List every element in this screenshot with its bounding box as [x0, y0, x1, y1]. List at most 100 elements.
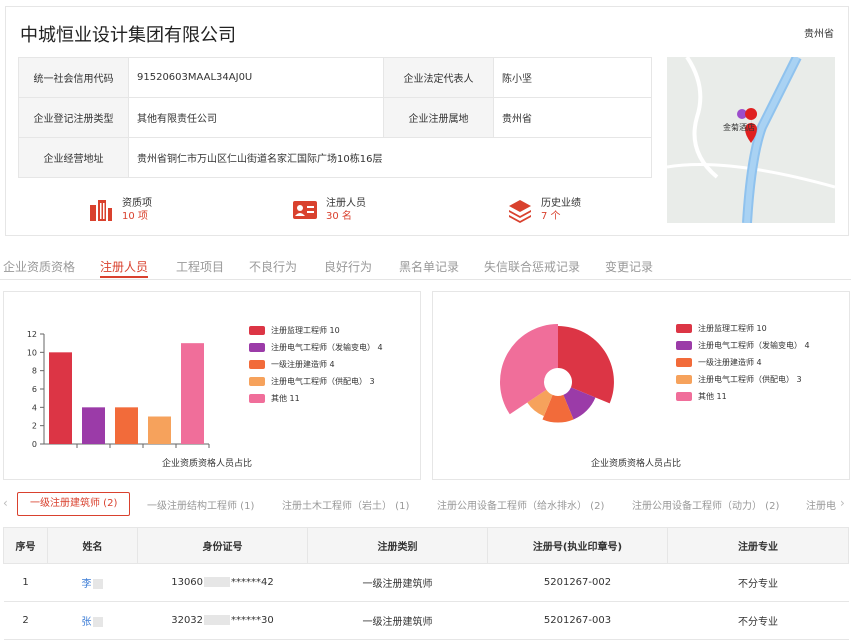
subtab-geotechnical-engineer[interactable]: 注册土木工程师（岩土） (1) — [282, 497, 409, 512]
masked-text — [92, 617, 103, 627]
tab-registered-staff[interactable]: 注册人员 — [100, 258, 148, 275]
row-name-link[interactable]: 李 — [47, 563, 138, 602]
tab-good-behavior[interactable]: 良好行为 — [324, 258, 372, 275]
masked-text — [204, 615, 231, 625]
bar-chart-title: 企业资质资格人员占比 — [162, 459, 253, 469]
province-label: 贵州省 — [804, 29, 834, 40]
col-name: 姓名 — [47, 527, 138, 564]
tab-projects[interactable]: 工程项目 — [176, 258, 224, 275]
chevron-left-icon[interactable]: ‹ — [3, 496, 8, 510]
legend-item[interactable]: 注册监理工程师 10 — [676, 320, 810, 337]
stat-qualifications[interactable]: 资质项 10 项 — [88, 197, 152, 223]
layers-icon — [509, 200, 531, 223]
y-tick-label: 4 — [32, 403, 37, 412]
legend-label: 注册电气工程师（供配电） 3 — [271, 377, 375, 386]
stat-label: 历史业绩 — [541, 198, 581, 209]
legend-swatch — [676, 358, 692, 367]
building-icon — [90, 200, 112, 221]
legend-swatch — [249, 377, 265, 386]
company-info-table: 统一社会信用代码 91520603MAAL34AJ0U 企业法定代表人 陈小坚 … — [18, 57, 652, 178]
stat-label: 注册人员 — [326, 198, 366, 209]
id-prefix: 32032 — [171, 615, 204, 626]
y-tick-label: 2 — [32, 422, 37, 431]
stat-history-performance[interactable]: 历史业绩 7 个 — [507, 197, 581, 223]
address-value: 贵州省铜仁市万山区仁山街道名家汇国际广场10栋16层 — [128, 137, 652, 178]
stat-value: 7 个 — [541, 211, 561, 222]
legend-item[interactable]: 一级注册建造师 4 — [249, 356, 383, 373]
legend-swatch — [249, 343, 265, 352]
y-tick-label: 12 — [27, 330, 37, 339]
subtab-utility-power[interactable]: 注册公用设备工程师（动力） (2) — [632, 497, 779, 512]
legend-item[interactable]: 其他 11 — [676, 388, 810, 405]
subtab-architect-1[interactable]: 一级注册建筑师 (2) — [17, 492, 131, 516]
legend-label: 注册监理工程师 10 — [271, 326, 340, 335]
tab-bad-behavior[interactable]: 不良行为 — [249, 258, 297, 275]
map-poi-label: 金菊酒店 — [723, 123, 755, 132]
legend-item[interactable]: 其他 11 — [249, 390, 383, 407]
col-major: 注册专业 — [667, 527, 849, 564]
col-no: 序号 — [3, 527, 48, 564]
legend-label: 注册电气工程师（发输变电） 4 — [271, 343, 383, 352]
legend-item[interactable]: 注册电气工程师（供配电） 3 — [676, 371, 810, 388]
row-name-link[interactable]: 张 — [47, 601, 138, 640]
stat-registered-staff[interactable]: 注册人员 30 名 — [292, 197, 366, 223]
id-suffix: ******42 — [231, 577, 274, 588]
rose-chart — [500, 324, 614, 423]
legend-label: 一级注册建造师 4 — [698, 358, 762, 367]
legend-item[interactable]: 注册监理工程师 10 — [249, 322, 383, 339]
legend-label: 注册电气工程师（发输变电） 4 — [698, 341, 810, 350]
row-category: 一级注册建筑师 — [307, 601, 488, 640]
row-no: 1 — [3, 563, 48, 602]
row-id: 13060 ******42 — [137, 563, 308, 602]
legal-rep-value: 陈小坚 — [493, 57, 652, 98]
col-id: 身份证号 — [137, 527, 308, 564]
company-name: 中城恒业设计集团有限公司 — [20, 25, 236, 46]
legend-label: 其他 11 — [271, 394, 300, 403]
bar — [49, 352, 72, 444]
reg-place-label: 企业注册属地 — [383, 97, 494, 138]
id-card-icon — [293, 201, 317, 219]
company-card: 中城恒业设计集团有限公司 贵州省 统一社会信用代码 91520603MAAL34… — [5, 6, 849, 236]
row-reg-no: 5201267-003 — [487, 601, 668, 640]
row-category: 一级注册建筑师 — [307, 563, 488, 602]
legend-item[interactable]: 注册电气工程师（供配电） 3 — [249, 373, 383, 390]
row-name[interactable]: 李 — [82, 579, 92, 590]
reg-type-value: 其他有限责任公司 — [128, 97, 384, 138]
tab-dishonest-records[interactable]: 失信联合惩戒记录 — [484, 258, 580, 275]
subtab-structural-engineer[interactable]: 一级注册结构工程师 (1) — [147, 497, 254, 512]
subtab-electrical[interactable]: 注册电 — [806, 497, 836, 512]
tab-change-records[interactable]: 变更记录 — [605, 258, 653, 275]
legend-item[interactable]: 一级注册建造师 4 — [676, 354, 810, 371]
legend-swatch — [676, 324, 692, 333]
chevron-right-icon[interactable]: › — [840, 496, 845, 510]
bar-chart-panel: 0 2 4 6 8 10 12 注册监理工程师 10 注册电气工程师（发输变电） 4 一级注册建… — [3, 291, 421, 480]
row-name[interactable]: 张 — [82, 617, 92, 628]
rose-slice — [558, 326, 614, 404]
y-tick-label: 10 — [27, 348, 37, 357]
legend-item[interactable]: 注册电气工程师（发输变电） 4 — [249, 339, 383, 356]
active-tab-indicator — [100, 276, 148, 278]
tab-blacklist[interactable]: 黑名单记录 — [399, 258, 459, 275]
table-row: 1 李 13060 ******42 一级注册建筑师 5201267-002 不分… — [3, 563, 849, 602]
legend-item[interactable]: 注册电气工程师（发输变电） 4 — [676, 337, 810, 354]
section-tabs: 企业资质资格 注册人员 工程项目 不良行为 良好行为 黑名单记录 失信联合惩戒记… — [0, 256, 851, 280]
reg-place-value: 贵州省 — [493, 97, 652, 138]
row-major: 不分专业 — [667, 601, 849, 640]
id-prefix: 13060 — [171, 577, 204, 588]
subtab-utility-water[interactable]: 注册公用设备工程师（给水排水） (2) — [437, 497, 604, 512]
staff-table: 序号 姓名 身份证号 注册类别 注册号(执业印章号) 注册专业 1 李 1306… — [3, 527, 849, 640]
col-category: 注册类别 — [307, 527, 488, 564]
bar-chart-legend: 注册监理工程师 10 注册电气工程师（发输变电） 4 一级注册建造师 4 注册电气工程… — [249, 322, 383, 407]
tab-qualifications[interactable]: 企业资质资格 — [3, 258, 75, 275]
stat-value: 10 项 — [122, 211, 148, 222]
category-subtabs: ‹ 一级注册建筑师 (2) 一级注册结构工程师 (1) 注册土木工程师（岩土） … — [0, 491, 851, 517]
legend-label: 一级注册建造师 4 — [271, 360, 335, 369]
rose-chart-legend: 注册监理工程师 10 注册电气工程师（发输变电） 4 一级注册建造师 4 注册电气工程… — [676, 320, 810, 405]
legend-swatch — [676, 392, 692, 401]
bar — [115, 407, 138, 444]
location-map[interactable]: 金菊酒店 — [667, 57, 835, 223]
row-major: 不分专业 — [667, 563, 849, 602]
legend-swatch — [249, 394, 265, 403]
stat-value: 30 名 — [326, 211, 352, 222]
y-tick-label: 6 — [32, 385, 37, 394]
